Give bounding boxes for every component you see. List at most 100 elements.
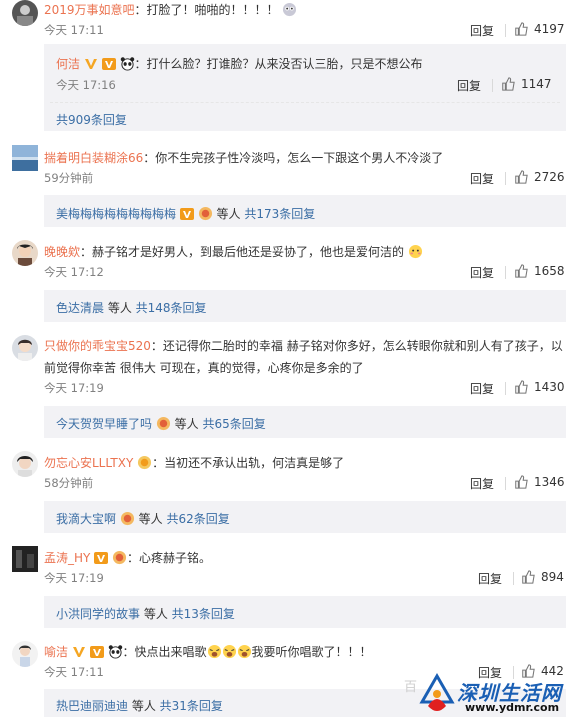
reply-summary: 我滴大宝啊 等人 共62条回复 [56,510,230,527]
reply-etc: 等人 [140,607,172,621]
comment-line: 只做你的乖宝宝520：还记得你二胎时的幸福 赫子铭对你多好，怎么转眼你就和别人有… [44,337,563,354]
avatar[interactable] [12,145,38,171]
comment-username[interactable]: 只做你的乖宝宝520 [44,339,151,353]
reply-summary: 今天贺贺早睡了吗 等人 共65条回复 [56,415,266,432]
reply-names[interactable]: 小洪同学的故事 [56,607,140,621]
avatar[interactable] [12,641,38,667]
reply-button[interactable]: 回复 [470,264,494,281]
comment-line: 喻洁 ：快点出来唱歌 我要听你唱歌了！！！ [44,643,372,660]
comment-username[interactable]: 揣着明白装糊涂66 [44,151,143,165]
more-replies-link[interactable]: 共13条回复 [172,607,235,621]
divider [505,24,506,37]
divider [505,266,506,279]
like-icon[interactable] [501,77,515,91]
like-count: 1346 [534,475,565,489]
emoji-icon [282,2,297,17]
comment-line: 勿忘心安LLLTXY ：当初还不承认出轨，何洁真是够了 [44,454,344,471]
shy-emoji-icon [408,244,423,259]
comment-username[interactable]: 喻洁 [44,645,68,659]
reply-button[interactable]: 回复 [478,570,502,587]
reply-summary: 美梅梅梅梅梅梅梅梅梅 等人 共173条回复 [56,205,315,222]
more-replies-link[interactable]: 共148条回复 [136,301,207,315]
like-icon[interactable] [514,264,528,278]
verified-icon [84,58,98,70]
comment-time: 今天 17:19 [44,571,104,585]
reply-etc: 等人 [170,417,203,431]
divider [505,172,506,185]
more-replies-link[interactable]: 共31条回复 [160,699,223,713]
comment-text: ：快点出来唱歌 [122,645,207,659]
comment-time: 59分钟前 [44,171,94,185]
reply-etc: 等人 [134,512,167,526]
crying-emoji-icon [222,644,237,659]
comment-username[interactable]: 2019万事如意吧 [44,3,135,17]
vip-badge-icon [179,208,194,220]
comment-text-tail: 我要听你唱歌了！！！ [251,645,372,659]
faint-watermark: 百 [404,680,418,695]
sub-reply-text: ：打什么脸？打谁脸？从来没否认三胎，只是不想公布 [134,57,423,71]
crying-emoji-icon [237,644,252,659]
vip-badge-icon [101,58,116,70]
divider [505,477,506,490]
like-icon[interactable] [521,664,535,678]
like-count: 1147 [521,77,552,91]
divider [505,382,506,395]
avatar[interactable] [12,0,38,26]
site-url: www.ydmr.com [465,701,560,714]
more-replies-link[interactable]: 共65条回复 [202,417,265,431]
comment-username[interactable]: 勿忘心安LLLTXY [44,456,133,470]
comment-time: 58分钟前 [44,476,94,490]
like-count: 894 [541,570,564,584]
reply-button[interactable]: 回复 [470,380,494,397]
more-replies-link[interactable]: 共909条回复 [56,111,127,128]
avatar[interactable] [12,240,38,266]
reply-names[interactable]: 热巴迪丽迪迪 [56,699,128,713]
comment-text: ：当初还不承认出轨，何洁真是够了 [152,456,345,470]
comment-time: 今天 17:11 [44,665,104,679]
avatar[interactable] [12,546,38,572]
medal-icon [137,455,152,470]
sub-reply-reply-button[interactable]: 回复 [457,77,481,94]
like-icon[interactable] [514,380,528,394]
comment-time: 今天 17:12 [44,265,104,279]
comment-username[interactable]: 晚晚欸 [44,245,80,259]
comment-text: ：你不生完孩子性冷淡吗，怎么一下跟这个男人不冷淡了 [143,151,444,165]
medal-icon [198,206,213,221]
reply-names[interactable]: 美梅梅梅梅梅梅梅梅梅 [56,207,176,221]
divider [50,102,560,103]
more-replies-link[interactable]: 共173条回复 [244,207,315,221]
medal-icon [112,550,127,565]
medal-icon [120,511,135,526]
vip-badge-icon [94,552,109,564]
like-count: 4197 [534,22,565,36]
reply-button[interactable]: 回复 [470,170,494,187]
sub-reply-time: 今天 17:16 [56,78,116,92]
comment-text: ：打脸了！啪啪的！！！！ [134,3,279,17]
comment-username[interactable]: 孟涛_HY [44,551,90,565]
like-icon[interactable] [514,475,528,489]
reply-names[interactable]: 今天贺贺早睡了吗 [56,417,152,431]
comment-line: 2019万事如意吧：打脸了！啪啪的！！！！ [44,1,297,18]
comment-text: ：赫子铭才是好男人，到最后他还是妥协了，他也是爱何洁的 [80,245,405,259]
panda-icon [120,56,135,71]
like-icon[interactable] [514,170,528,184]
reply-summary: 热巴迪丽迪迪 等人 共31条回复 [56,697,223,714]
comment-text-continued: 前觉得你幸苦 很伟大 可现在，真的觉得，心疼你是多余的了 [44,361,364,375]
avatar[interactable] [12,451,38,477]
reply-etc: 等人 [212,207,245,221]
reply-names[interactable]: 色达清晨 [56,301,104,315]
medal-icon [156,416,171,431]
more-replies-link[interactable]: 共62条回复 [166,512,229,526]
reply-summary: 色达清晨 等人 共148条回复 [56,299,207,316]
comment-line: 孟涛_HY ：心疼赫子铭。 [44,549,211,566]
reply-button[interactable]: 回复 [470,475,494,492]
like-icon[interactable] [514,22,528,36]
avatar[interactable] [12,335,38,361]
comment-time: 今天 17:19 [44,381,104,395]
like-count: 1658 [534,264,565,278]
like-icon[interactable] [521,570,535,584]
reply-button[interactable]: 回复 [470,22,494,39]
sub-reply-username[interactable]: 何洁 [56,57,80,71]
reply-names[interactable]: 我滴大宝啊 [56,512,116,526]
like-count: 442 [541,664,564,678]
